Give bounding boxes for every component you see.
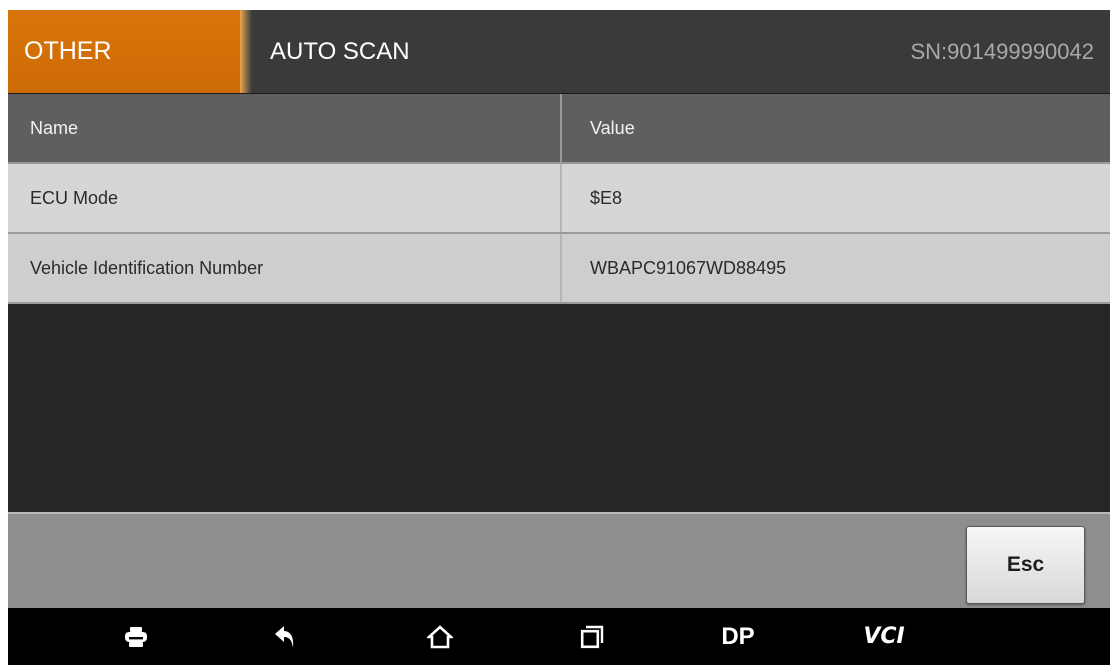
vci-icon: VCI xyxy=(863,624,905,649)
print-icon xyxy=(125,626,147,647)
recent-apps-button[interactable] xyxy=(562,608,622,665)
print-button[interactable] xyxy=(106,608,166,665)
home-icon xyxy=(427,624,453,648)
data-table: Name Value ECU Mode $E8 Vehicle Identifi… xyxy=(8,94,1110,304)
row-name-cell: ECU Mode xyxy=(30,187,119,208)
dp-icon: DP xyxy=(721,622,755,650)
action-bar: Esc xyxy=(8,512,1110,608)
serial-number: SN:901499990042 xyxy=(910,38,1095,64)
table-row[interactable]: Vehicle Identification Number WBAPC91067… xyxy=(8,234,1110,304)
column-header-name: Name xyxy=(30,117,79,138)
column-header-value: Value xyxy=(560,94,1110,162)
tab-edge-divider xyxy=(240,10,252,93)
esc-button[interactable]: Esc xyxy=(966,526,1085,604)
dp-button[interactable]: DP xyxy=(708,608,768,665)
table-row[interactable]: ECU Mode $E8 xyxy=(8,164,1110,234)
system-nav-bar: DP VCI xyxy=(8,608,1110,665)
back-button[interactable] xyxy=(256,608,316,665)
recent-apps-icon xyxy=(580,625,604,648)
row-name-cell: Vehicle Identification Number xyxy=(30,257,264,278)
home-button[interactable] xyxy=(410,608,470,665)
header-bar: OTHER AUTO SCAN SN:901499990042 xyxy=(8,10,1110,94)
row-value-cell: $E8 xyxy=(560,164,1110,232)
back-icon xyxy=(275,625,294,648)
page-title: AUTO SCAN xyxy=(270,37,410,65)
diagnostic-screen: OTHER AUTO SCAN SN:901499990042 Name Val… xyxy=(8,10,1110,665)
tab-other-label: OTHER xyxy=(24,37,112,65)
tab-other[interactable]: OTHER xyxy=(8,10,240,93)
row-value-cell: WBAPC91067WD88495 xyxy=(560,234,1110,302)
vci-button[interactable]: VCI xyxy=(854,608,914,665)
table-header-row: Name Value xyxy=(8,94,1110,164)
